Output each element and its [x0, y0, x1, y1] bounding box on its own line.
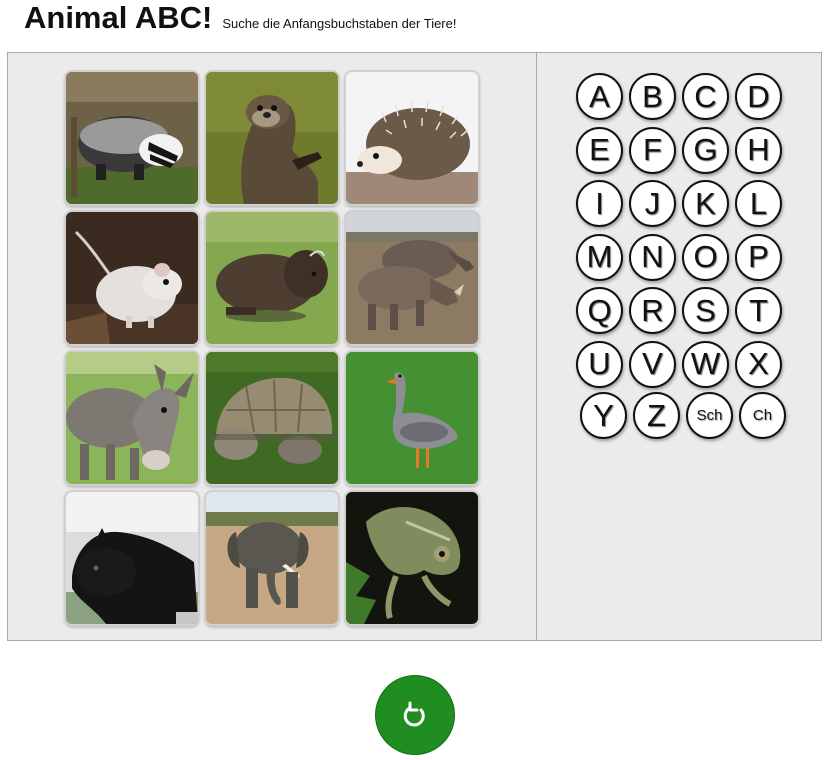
animal-grid	[66, 72, 478, 624]
goose-image	[346, 352, 478, 484]
letter-button-b[interactable]: B	[629, 73, 676, 120]
letter-button-a[interactable]: A	[576, 73, 623, 120]
otter-image	[206, 72, 338, 204]
game-board: A B C D E F G H I J K L M N O P Q R S T …	[7, 52, 822, 641]
letter-button-c[interactable]: C	[682, 73, 729, 120]
letter-button-h[interactable]: H	[735, 126, 782, 174]
animal-card-black-panther[interactable]	[66, 492, 198, 624]
donkey-image	[66, 352, 198, 484]
letter-button-k[interactable]: K	[682, 180, 729, 227]
letter-button-p[interactable]: P	[735, 233, 782, 281]
letter-button-n[interactable]: N	[629, 233, 676, 281]
page-subtitle: Suche die Anfangsbuchstaben der Tiere!	[222, 16, 457, 31]
hedgehog-image	[346, 72, 478, 204]
animal-card-rhinoceros[interactable]	[346, 212, 478, 344]
letter-button-j[interactable]: J	[629, 180, 676, 227]
reload-button[interactable]	[375, 675, 455, 755]
letter-button-q[interactable]: Q	[576, 287, 623, 334]
letter-button-m[interactable]: M	[576, 233, 623, 281]
elephant-image	[206, 492, 338, 624]
letter-button-d[interactable]: D	[735, 73, 782, 120]
tortoise-image	[206, 352, 338, 484]
animal-card-hedgehog[interactable]	[346, 72, 478, 204]
rhinoceros-image	[346, 212, 478, 344]
letter-grid: A B C D E F G H I J K L M N O P Q R S T …	[576, 73, 786, 441]
letter-button-s[interactable]: S	[682, 287, 729, 334]
header: Animal ABC! Suche die Anfangsbuchstaben …	[24, 0, 456, 40]
bison-image	[206, 212, 338, 344]
letter-button-i[interactable]: I	[576, 180, 623, 227]
badger-image	[66, 72, 198, 204]
letter-button-t[interactable]: T	[735, 287, 782, 334]
animal-card-bison[interactable]	[206, 212, 338, 344]
letter-button-ch[interactable]: Ch	[739, 392, 786, 439]
letter-button-y[interactable]: Y	[580, 392, 627, 439]
board-divider	[536, 53, 537, 640]
letter-button-z[interactable]: Z	[633, 392, 680, 439]
reload-icon	[403, 701, 425, 727]
animal-card-chameleon[interactable]	[346, 492, 478, 624]
animal-card-otter[interactable]	[206, 72, 338, 204]
gerbil-image	[66, 212, 198, 344]
animal-card-badger[interactable]	[66, 72, 198, 204]
letter-button-v[interactable]: V	[629, 340, 676, 388]
animal-card-tortoise[interactable]	[206, 352, 338, 484]
animal-card-donkey[interactable]	[66, 352, 198, 484]
animal-card-elephant[interactable]	[206, 492, 338, 624]
letter-button-u[interactable]: U	[576, 340, 623, 388]
letter-button-r[interactable]: R	[629, 287, 676, 334]
letter-button-sch[interactable]: Sch	[686, 392, 733, 439]
letter-button-o[interactable]: O	[682, 233, 729, 281]
letter-button-x[interactable]: X	[735, 340, 782, 388]
letter-button-f[interactable]: F	[629, 126, 676, 174]
letter-button-l[interactable]: L	[735, 180, 782, 227]
animal-card-gerbil[interactable]	[66, 212, 198, 344]
letter-button-g[interactable]: G	[682, 126, 729, 174]
black-panther-image	[66, 492, 198, 624]
page-title: Animal ABC!	[24, 0, 213, 35]
letter-button-w[interactable]: W	[682, 340, 729, 388]
letter-button-e[interactable]: E	[576, 126, 623, 174]
chameleon-image	[346, 492, 478, 624]
animal-card-goose[interactable]	[346, 352, 478, 484]
